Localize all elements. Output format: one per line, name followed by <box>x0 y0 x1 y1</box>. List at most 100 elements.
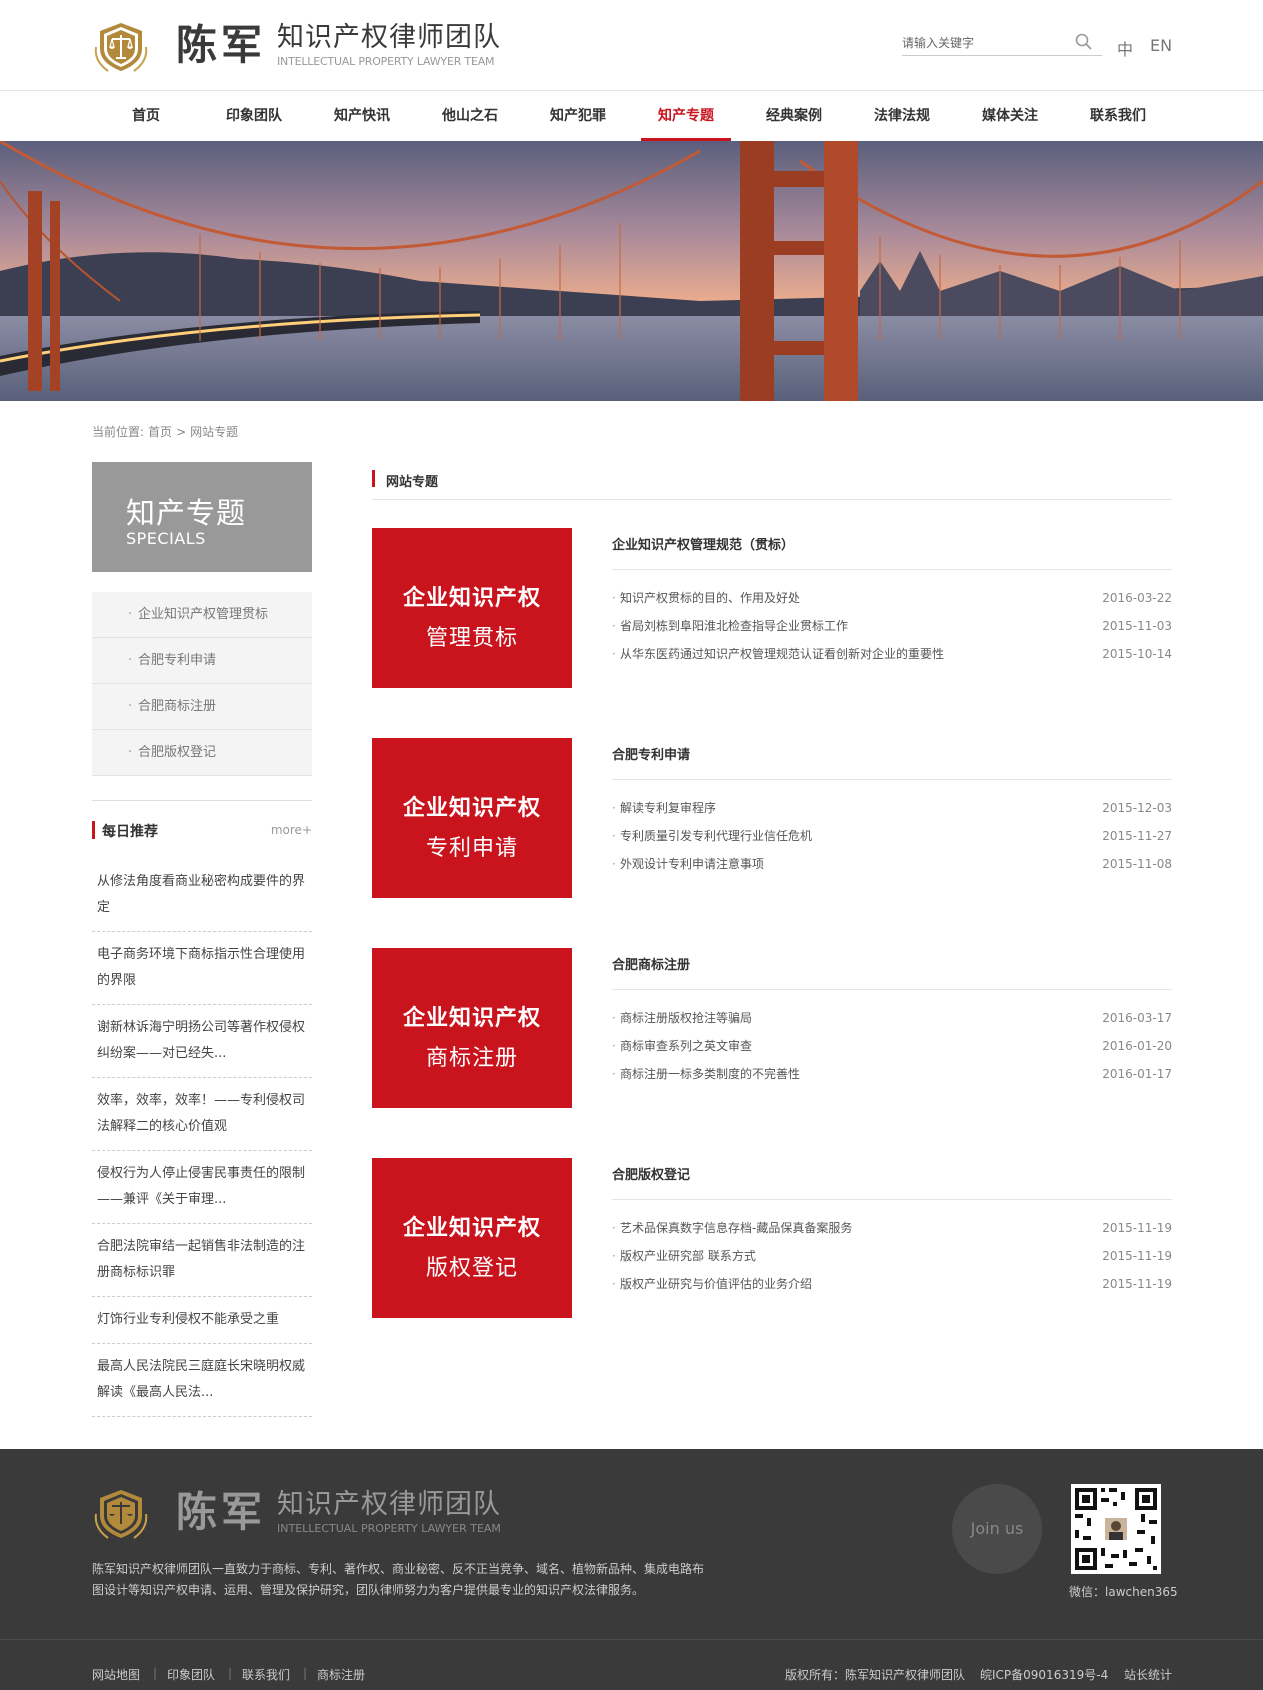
footer-logo: 陈军 知识产权律师团队 INTELLECTUAL PROPERTY LAWYER… <box>92 1484 522 1542</box>
nav-item-media[interactable]: 媒体关注 <box>965 91 1055 141</box>
footer-brand-subtitle: INTELLECTUAL PROPERTY LAWYER TEAM <box>277 1522 501 1535</box>
article-row[interactable]: · 省局刘栋到阜阳淮北检查指导企业贯标工作 2015-11-03 <box>612 612 1172 640</box>
article-row[interactable]: · 商标注册版权抢注等骗局 2016-03-17 <box>612 1004 1172 1032</box>
recommend-item[interactable]: 效率，效率，效率！——专利侵权司法解释二的核心价值观 <box>92 1078 312 1151</box>
topic-title[interactable]: 企业知识产权管理规范（贯标） <box>612 534 1172 570</box>
site-header: 陈军 知识产权律师团队 INTELLECTUAL PROPERTY LAWYER… <box>0 0 1263 90</box>
article-row[interactable]: · 知识产权贯标的目的、作用及好处 2016-03-22 <box>612 584 1172 612</box>
article-row[interactable]: · 版权产业研究与价值评估的业务介绍 2015-11-19 <box>612 1270 1172 1298</box>
brand-title: 知识产权律师团队 <box>277 22 501 53</box>
topic-title[interactable]: 合肥专利申请 <box>612 744 1172 780</box>
recommend-item[interactable]: 谢新林诉海宁明扬公司等著作权侵权纠纷案——对已经失... <box>92 1005 312 1078</box>
topic-card-subtitle: 版权登记 <box>425 1256 518 1281</box>
bullet-icon: · <box>612 591 616 605</box>
footer-divider: | <box>303 1666 308 1680</box>
breadcrumb-prefix: 当前位置: <box>92 425 145 439</box>
nav-item-specials[interactable]: 知产专题 <box>641 91 731 141</box>
article-date: 2015-11-27 <box>1102 829 1172 843</box>
bullet-icon: · <box>612 619 616 633</box>
article-row[interactable]: · 解读专利复审程序 2015-12-03 <box>612 794 1172 822</box>
article-date: 2016-03-17 <box>1102 1011 1172 1025</box>
search-icon[interactable] <box>1074 32 1094 52</box>
sidebar-item-copyright[interactable]: · 合肥版权登记 <box>92 730 312 776</box>
article-title: 版权产业研究部 联系方式 <box>620 1249 756 1263</box>
footer-link-contact[interactable]: 联系我们 <box>242 1666 290 1683</box>
nav-item-laws[interactable]: 法律法规 <box>857 91 947 141</box>
breadcrumb-current[interactable]: 网站专题 <box>190 425 238 439</box>
nav-item-home[interactable]: 首页 <box>101 91 191 141</box>
topic-title[interactable]: 合肥商标注册 <box>612 954 1172 990</box>
topic-card[interactable]: 企业知识产权 管理贯标 <box>372 528 572 688</box>
article-row[interactable]: · 外观设计专利申请注意事项 2015-11-08 <box>612 850 1172 878</box>
lang-zh-link[interactable]: 中 <box>1117 36 1133 60</box>
site-stats-link[interactable]: 站长统计 <box>1124 1666 1172 1683</box>
topic-article-list: · 艺术品保真数字信息存档-藏品保真备案服务 2015-11-19 · 版权产业研究部… <box>612 1214 1172 1298</box>
article-row[interactable]: · 艺术品保真数字信息存档-藏品保真备案服务 2015-11-19 <box>612 1214 1172 1242</box>
nav-item-others[interactable]: 他山之石 <box>425 91 515 141</box>
search-input[interactable] <box>902 32 1067 54</box>
nav-item-cases[interactable]: 经典案例 <box>749 91 839 141</box>
sidebar-item-patent[interactable]: · 合肥专利申请 <box>92 638 312 684</box>
article-title: 专利质量引发专利代理行业信任危机 <box>620 829 813 843</box>
topic-card[interactable]: 企业知识产权 版权登记 <box>372 1158 572 1318</box>
footer-description: 陈军知识产权律师团队一直致力于商标、专利、著作权、商业秘密、反不正当竞争、域名、… <box>92 1562 705 1597</box>
footer-bottom-bar: 网站地图 | 印象团队 | 联系我们 | 商标注册 版权所有：陈军知识产权律师团… <box>0 1639 1263 1690</box>
sidebar-subtitle: SPECIALS <box>126 529 206 548</box>
footer-brand-title: 知识产权律师团队 <box>277 1489 501 1520</box>
recommend-item[interactable]: 侵权行为人停止侵害民事责任的限制——兼评《关于审理... <box>92 1151 312 1224</box>
footer-link-team[interactable]: 印象团队 <box>167 1666 215 1683</box>
nav-item-crime[interactable]: 知产犯罪 <box>533 91 623 141</box>
site-logo[interactable]: 陈军 知识产权律师团队 INTELLECTUAL PROPERTY LAWYER… <box>92 17 522 75</box>
article-title: 解读专利复审程序 <box>620 801 717 815</box>
article-title: 艺术品保真数字信息存档-藏品保真备案服务 <box>620 1221 853 1235</box>
hero-banner <box>0 141 1263 401</box>
footer-link-sitemap[interactable]: 网站地图 <box>92 1666 140 1683</box>
topic-article-list: · 解读专利复审程序 2015-12-03 · 专利质量引发专利代理行业信任危机 201… <box>612 794 1172 878</box>
bullet-icon: · <box>612 1221 616 1235</box>
bullet-icon: · <box>128 699 133 714</box>
recommend-more-link[interactable]: more+ <box>271 823 312 837</box>
recommend-item[interactable]: 电子商务环境下商标指示性合理使用的界限 <box>92 932 312 1005</box>
article-title: 商标注册一标多类制度的不完善性 <box>620 1067 801 1081</box>
topic-card[interactable]: 企业知识产权 专利申请 <box>372 738 572 898</box>
topic-card[interactable]: 企业知识产权 商标注册 <box>372 948 572 1108</box>
bullet-icon: · <box>612 1011 616 1025</box>
recommend-item[interactable]: 灯饰行业专利侵权不能承受之重 <box>92 1297 312 1344</box>
nav-item-news[interactable]: 知产快讯 <box>317 91 407 141</box>
article-row[interactable]: · 版权产业研究部 联系方式 2015-11-19 <box>612 1242 1172 1270</box>
bullet-icon: · <box>612 1249 616 1263</box>
footer-link-trademark[interactable]: 商标注册 <box>317 1666 365 1683</box>
article-date: 2015-11-08 <box>1102 857 1172 871</box>
topic-block-trademark: 企业知识产权 商标注册 合肥商标注册 · 商标注册版权抢注等骗局 2016-03-1… <box>372 948 1172 1108</box>
join-us-button[interactable]: Join us <box>952 1484 1042 1574</box>
sidebar-item-guanbiao[interactable]: · 企业知识产权管理贯标 <box>92 592 312 638</box>
lang-en-link[interactable]: EN <box>1150 36 1172 55</box>
sidebar-item-trademark[interactable]: · 合肥商标注册 <box>92 684 312 730</box>
topic-block-guanbiao: 企业知识产权 管理贯标 企业知识产权管理规范（贯标） · 知识产权贯标的目的、作用… <box>372 528 1172 688</box>
topic-title[interactable]: 合肥版权登记 <box>612 1164 1172 1200</box>
accent-bar <box>92 821 95 839</box>
article-date: 2016-01-17 <box>1102 1067 1172 1081</box>
recommend-item[interactable]: 最高人民法院民三庭庭长宋晓明权威解读《最高人民法... <box>92 1344 312 1417</box>
bullet-icon: · <box>128 607 133 622</box>
recommend-item[interactable]: 从修法角度看商业秘密构成要件的界定 <box>92 859 312 932</box>
icp-number[interactable]: 皖ICP备09016319号-4 <box>980 1666 1108 1683</box>
article-row[interactable]: · 专利质量引发专利代理行业信任危机 2015-11-27 <box>612 822 1172 850</box>
breadcrumb-home[interactable]: 首页 <box>148 425 172 439</box>
article-row[interactable]: · 商标注册一标多类制度的不完善性 2016-01-17 <box>612 1060 1172 1088</box>
nav-item-team[interactable]: 印象团队 <box>209 91 299 141</box>
sidebar-item-label: 合肥专利申请 <box>138 653 217 668</box>
sidebar-item-label: 企业知识产权管理贯标 <box>138 607 269 622</box>
topic-card-title: 企业知识产权 <box>402 1006 541 1031</box>
recommend-item[interactable]: 合肥法院审结一起销售非法制造的注册商标标识罪 <box>92 1224 312 1297</box>
article-title: 省局刘栋到阜阳淮北检查指导企业贯标工作 <box>620 619 849 633</box>
article-title: 从华东医药通过知识产权管理规范认证看创新对企业的重要性 <box>620 647 945 661</box>
article-date: 2015-11-19 <box>1102 1221 1172 1235</box>
nav-item-contact[interactable]: 联系我们 <box>1073 91 1163 141</box>
article-date: 2016-01-20 <box>1102 1039 1172 1053</box>
article-row[interactable]: · 商标审查系列之英文审查 2016-01-20 <box>612 1032 1172 1060</box>
brand-subtitle: INTELLECTUAL PROPERTY LAWYER TEAM <box>277 55 495 68</box>
article-row[interactable]: · 从华东医药通过知识产权管理规范认证看创新对企业的重要性 2015-10-14 <box>612 640 1172 668</box>
main-section-header: 网站专题 <box>372 462 1172 500</box>
footer-divider: | <box>153 1666 158 1680</box>
